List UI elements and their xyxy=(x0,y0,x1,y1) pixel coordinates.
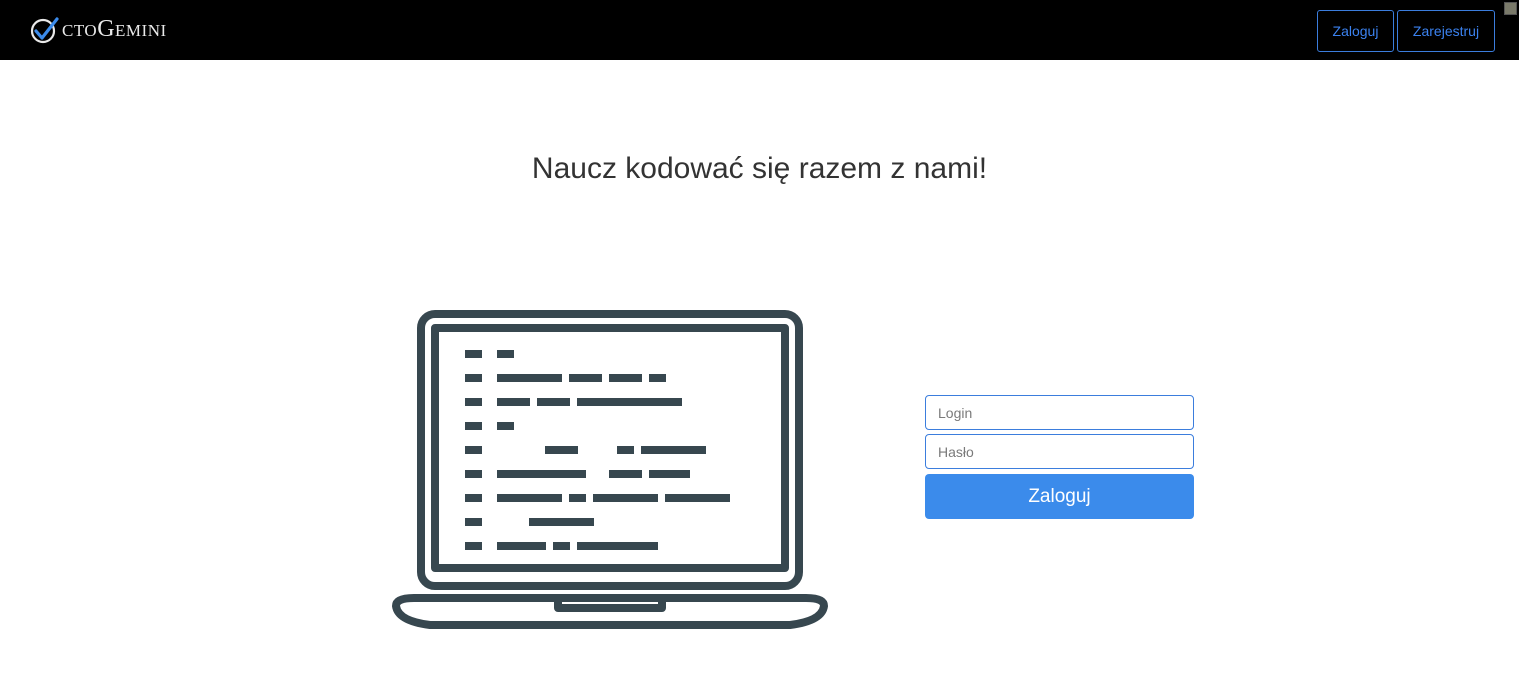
nav-login-button[interactable]: Zaloguj xyxy=(1317,10,1394,52)
top-navbar: CTOGEMINI Zaloguj Zarejestruj xyxy=(0,0,1519,60)
brand-name: CTOGEMINI xyxy=(62,16,167,42)
laptop-code-icon xyxy=(392,310,828,629)
login-input[interactable] xyxy=(925,395,1194,430)
nav-register-button[interactable]: Zarejestruj xyxy=(1397,10,1495,52)
login-submit-button[interactable]: Zaloguj xyxy=(925,474,1194,519)
brand-logo[interactable]: CTOGEMINI xyxy=(30,13,167,47)
checkmark-circle-icon xyxy=(30,17,59,44)
broken-image-icon xyxy=(1504,2,1517,15)
password-input[interactable] xyxy=(925,434,1194,469)
page-headline: Naucz kodować się razem z nami! xyxy=(531,152,988,185)
